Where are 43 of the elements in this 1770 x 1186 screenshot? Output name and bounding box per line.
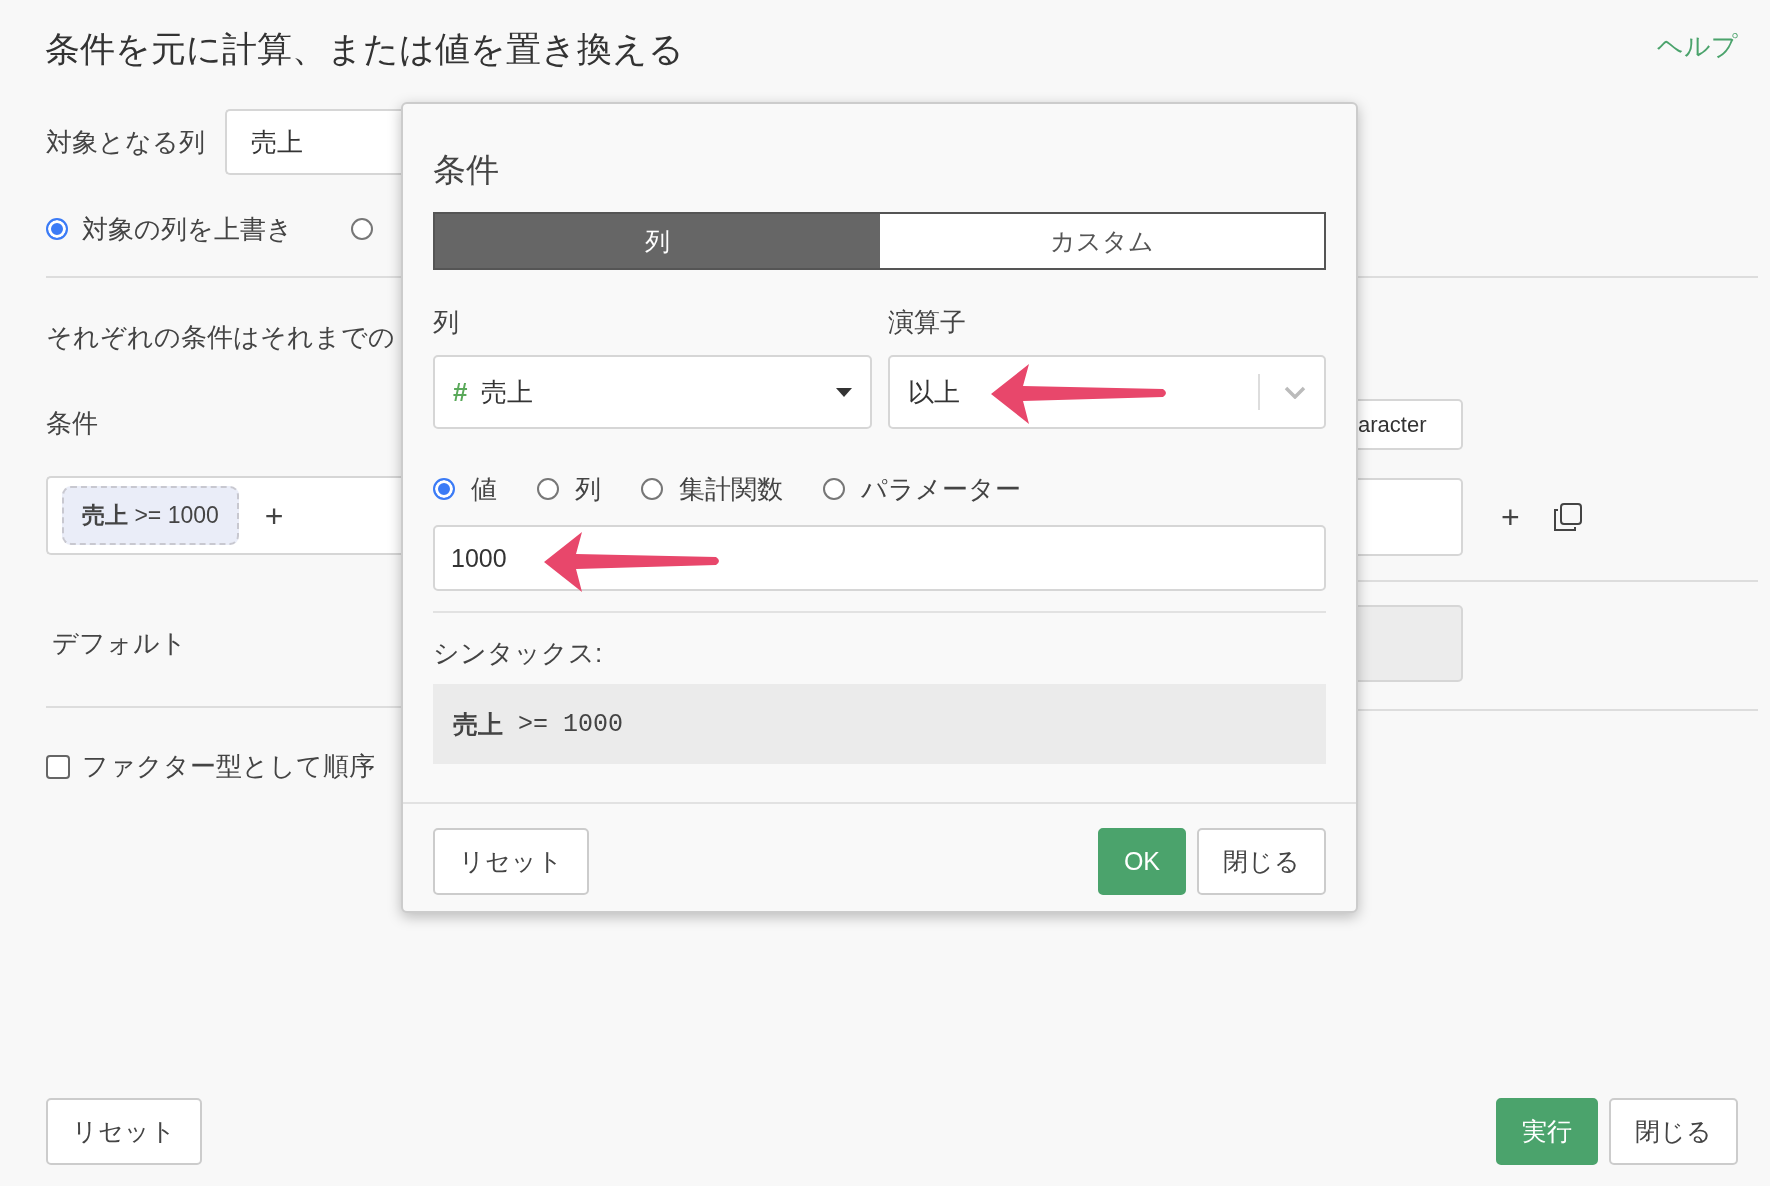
radio-button[interactable] (537, 478, 559, 500)
radio-label: 列 (575, 473, 601, 505)
radio-button[interactable] (46, 218, 68, 240)
radio-label: 対象の列を上書き (82, 212, 293, 246)
syntax-label: シンタックス: (433, 637, 604, 669)
default-value-field[interactable] (1358, 605, 1463, 682)
syntax-preview: 売上 >= 1000 (433, 684, 1326, 764)
section-label: デフォルト (52, 626, 187, 660)
value-input[interactable]: 1000 (433, 525, 1326, 591)
condition-value-field[interactable] (1358, 478, 1463, 556)
dialog-title: 条件 (433, 150, 500, 190)
radio-label: 集計関数 (679, 473, 783, 505)
secondary-button[interactable]: リセット (433, 828, 589, 895)
field-label: 対象となる列 (46, 125, 205, 159)
secondary-button[interactable]: 閉じる (1197, 828, 1326, 895)
caret-icon (835, 387, 852, 397)
radio-button[interactable] (433, 478, 455, 500)
type-button[interactable]: aracter (1358, 399, 1463, 450)
radio-button[interactable] (641, 478, 663, 500)
description-text: それぞれの条件はそれまでの (46, 321, 396, 353)
tab[interactable]: カスタム (879, 214, 1324, 268)
radio-button[interactable] (351, 218, 373, 240)
field-label: 列 (433, 306, 460, 338)
page-title: 条件を元に計算、または値を置き換える (45, 27, 684, 70)
field-label: 演算子 (887, 306, 967, 338)
secondary-button[interactable]: 閉じる (1609, 1098, 1738, 1165)
section-label: 条件 (46, 407, 99, 439)
operator-select[interactable]: 以上 (887, 355, 1326, 429)
checkbox-label: ファクター型として順序 (82, 750, 375, 783)
column-select[interactable]: 売上 (225, 109, 401, 175)
checkbox[interactable] (46, 754, 70, 779)
add-icon[interactable]: + (1501, 501, 1520, 533)
secondary-button[interactable]: リセット (46, 1098, 202, 1165)
column-select[interactable]: # 売上 (433, 355, 872, 429)
tab[interactable]: 列 (435, 214, 880, 268)
condition-chip[interactable]: 売上 >= 1000 (62, 486, 239, 545)
radio-label: 値 (471, 473, 497, 505)
radio-label: パラメーター (861, 473, 1021, 505)
copy-icon[interactable] (1553, 503, 1582, 531)
chevron-icon (1284, 385, 1306, 399)
conditions-field[interactable]: 売上 >= 1000 + (46, 476, 401, 555)
radio-button[interactable] (823, 478, 845, 500)
add-icon[interactable]: + (264, 499, 284, 532)
